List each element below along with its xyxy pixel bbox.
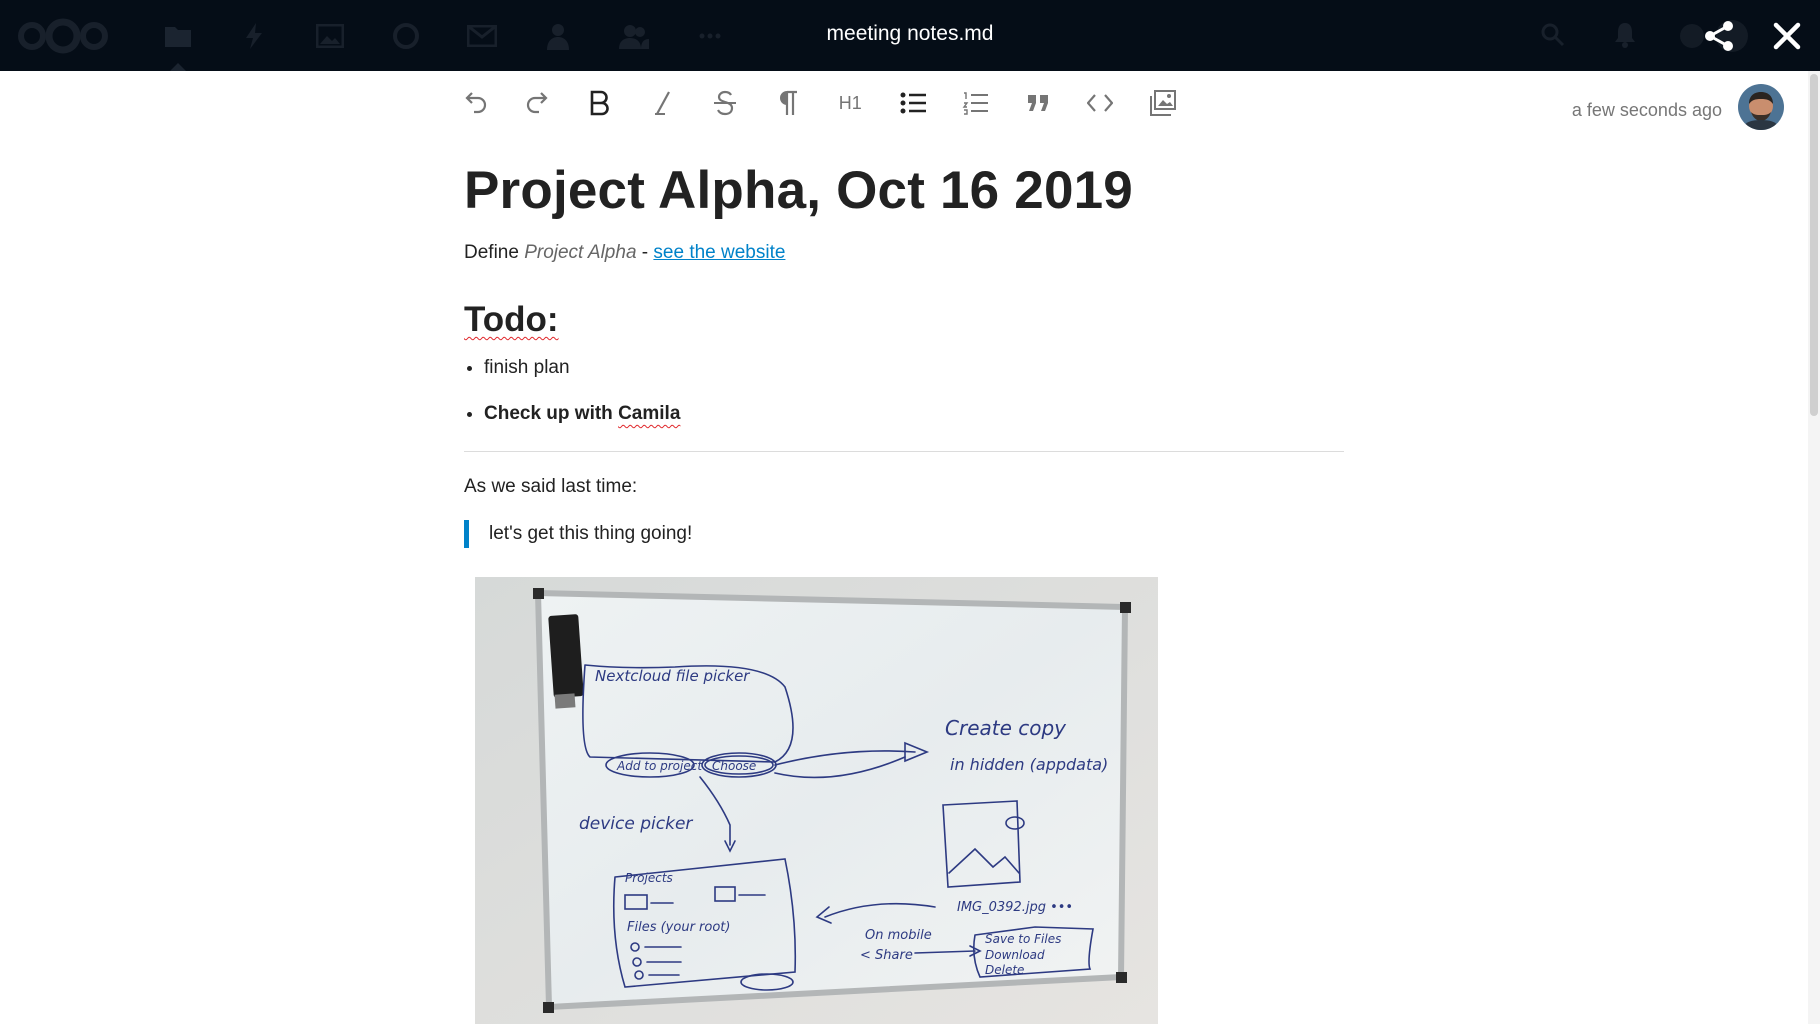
- image-icon[interactable]: [1132, 80, 1195, 126]
- todo-heading[interactable]: Todo:: [464, 300, 559, 340]
- save-status: a few seconds ago: [1571, 100, 1722, 120]
- whiteboard-photo[interactable]: Nextcloud file picker Add to project Cho…: [475, 577, 1158, 1024]
- editor-toolbar: H1: [444, 80, 1194, 126]
- wb-projects: Projects: [625, 871, 673, 885]
- todo-heading-text: Todo:: [464, 300, 559, 339]
- todo-item-name: Camila: [618, 403, 681, 424]
- wb-img: IMG_0392.jpg •••: [957, 900, 1073, 915]
- wb-share: < Share: [860, 948, 913, 963]
- define-separator: -: [636, 242, 654, 263]
- project-name-italic: Project Alpha: [524, 242, 637, 263]
- wb-create: Create copy: [945, 716, 1067, 740]
- wb-files: Files (your root): [627, 920, 730, 935]
- wb-picker: Nextcloud file picker: [595, 667, 750, 685]
- activity-icon[interactable]: [216, 0, 292, 71]
- website-link[interactable]: see the website: [653, 242, 785, 263]
- app-navigation: [140, 0, 748, 71]
- italic-icon[interactable]: [632, 80, 695, 126]
- avatar[interactable]: [1738, 84, 1784, 130]
- wb-savefiles: Save to Files: [985, 932, 1061, 946]
- paragraph-icon[interactable]: [757, 80, 820, 126]
- top-header: meeting notes.md: [0, 0, 1820, 71]
- heading-icon[interactable]: H1: [819, 80, 882, 126]
- document-title[interactable]: Project Alpha, Oct 16 2019: [464, 160, 1133, 221]
- search-icon[interactable]: [1540, 22, 1566, 53]
- bold-icon[interactable]: [569, 80, 632, 126]
- redo-icon[interactable]: [507, 80, 570, 126]
- photos-icon[interactable]: [292, 0, 368, 71]
- wb-choose: Choose: [712, 759, 756, 773]
- define-prefix: Define: [464, 242, 525, 263]
- nextcloud-logo-icon[interactable]: [16, 18, 110, 59]
- share-icon[interactable]: [1700, 17, 1738, 55]
- list-item[interactable]: finish plan: [484, 356, 680, 380]
- wb-hidden: in hidden (appdata): [950, 755, 1108, 774]
- contacts-icon[interactable]: [520, 0, 596, 71]
- notifications-icon[interactable]: [1614, 22, 1636, 53]
- undo-icon[interactable]: [444, 80, 507, 126]
- files-icon[interactable]: [140, 0, 216, 71]
- todo-item-text: finish plan: [484, 357, 570, 378]
- scrollbar-thumb[interactable]: [1810, 74, 1818, 416]
- said-paragraph[interactable]: As we said last time:: [464, 476, 637, 498]
- todo-list: finish plan Check up with Camila: [464, 356, 680, 448]
- wb-onmobile: On mobile: [865, 928, 932, 943]
- strikethrough-icon[interactable]: [694, 80, 757, 126]
- blockquote[interactable]: let's get this thing going!: [464, 520, 692, 548]
- talk-icon[interactable]: [368, 0, 444, 71]
- blockquote-text: let's get this thing going!: [489, 523, 693, 544]
- bullet-list-icon[interactable]: [882, 80, 945, 126]
- horizontal-rule: [464, 451, 1344, 452]
- close-icon[interactable]: [1768, 17, 1806, 55]
- ordered-list-icon[interactable]: [944, 80, 1007, 126]
- wb-add: Add to project: [616, 759, 703, 773]
- define-paragraph[interactable]: Define Project Alpha - see the website: [464, 242, 785, 264]
- code-icon[interactable]: [1069, 80, 1132, 126]
- blockquote-icon[interactable]: [1007, 80, 1070, 126]
- wb-delete: Delete: [985, 963, 1024, 977]
- wb-device: device picker: [579, 814, 693, 834]
- todo-item-prefix: Check up with: [484, 403, 619, 424]
- circles-icon[interactable]: [596, 0, 672, 71]
- list-item[interactable]: Check up with Camila: [484, 402, 680, 426]
- wb-download: Download: [985, 948, 1045, 962]
- mail-icon[interactable]: [444, 0, 520, 71]
- heading-label: H1: [838, 92, 862, 113]
- more-apps-icon[interactable]: [672, 0, 748, 71]
